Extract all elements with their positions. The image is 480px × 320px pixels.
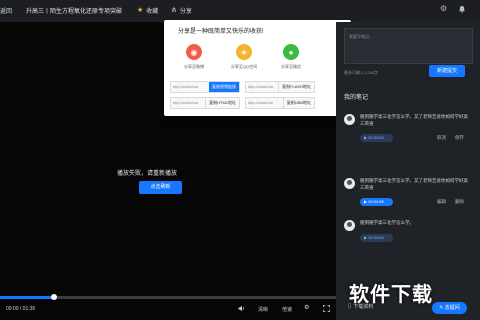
wechat-icon: ● — [283, 44, 299, 60]
note-placeholder: 我要写笔记... — [349, 34, 373, 39]
progress-fill — [0, 296, 54, 299]
note-text: 随到随学高三化学怎么学。又了老师告诉你如何学好高三英语 — [360, 114, 468, 126]
avatar — [344, 178, 355, 189]
collect-button[interactable]: ★ 收藏 — [137, 6, 158, 15]
share-weibo-button[interactable]: ◉ 分享至微博 — [168, 44, 220, 70]
bell-icon[interactable] — [458, 5, 466, 15]
note-save-button[interactable]: 保存 — [455, 135, 464, 141]
share-label: 分享 — [179, 9, 192, 15]
top-bar: 返回 升高三丨陌生方程氧化还原专项突破 ★ 收藏 ⋔ 分享 ⚙ — [0, 0, 480, 22]
copy-video-link-button[interactable]: 复制视频链接 — [209, 82, 239, 92]
avatar — [344, 220, 355, 231]
note-text: 随到随学高三化学怎么学。又了老师告诉你如何学好高三英语 — [360, 178, 468, 190]
link-field[interactable]: http://uwiwi.su — [173, 84, 207, 89]
control-bar: 00:00 / 01:36 清晰 倍速 ⚙ — [0, 300, 336, 320]
note-timestamp-button[interactable]: ▶ 00:04:55 — [360, 198, 393, 206]
star-icon: ★ — [236, 44, 252, 60]
time-display: 00:00 / 01:36 — [6, 306, 36, 312]
note-limit-text: 最多可输入1,000字 — [344, 70, 379, 75]
download-label: 下载资料 — [353, 304, 374, 310]
share-wechat-button[interactable]: ● 分享至微信 — [265, 44, 317, 70]
link-field[interactable]: http://uwiwi.su — [248, 84, 282, 89]
share-icon: ⋔ — [171, 7, 177, 14]
note-item: 随到随学高三化学怎么学。又了老师告诉你如何学好高三英语 ▶ 00:04:55 取… — [344, 114, 474, 160]
quality-button[interactable]: 清晰 — [258, 306, 268, 313]
avatar — [344, 114, 355, 125]
download-button[interactable]: ⇩ 下载资料 — [347, 303, 373, 310]
note-edit-button[interactable]: 编辑 — [437, 199, 446, 205]
note-delete-button[interactable]: 删除 — [455, 199, 464, 205]
ask-label: 去提问 — [444, 305, 460, 311]
note-item: 随到随学高三化学怎么学。又了老师告诉你如何学好高三英语 ▶ 00:04:55 编… — [344, 178, 474, 218]
share-button[interactable]: ⋔ 分享 — [171, 6, 192, 15]
notes-sidebar: 我要写笔记... 最多可输入1,000字 新建提交 我的笔记 随到随学高三化学怎… — [336, 22, 480, 320]
share-wechat-label: 分享至微信 — [281, 64, 301, 69]
star-icon: ★ — [137, 7, 144, 14]
link-field[interactable]: http://uwiwi.su — [248, 100, 282, 105]
link-row-html: http://uwiwi.su 复制HTML地址 — [170, 97, 240, 109]
weibo-icon: ◉ — [186, 44, 202, 60]
note-cancel-button[interactable]: 取消 — [437, 135, 446, 141]
note-text: 随到随学高三化学怎么学。 — [360, 220, 414, 225]
note-time: 00:04:55 — [368, 235, 384, 240]
course-title: 升高三丨陌生方程氧化还原专项突破 — [26, 9, 123, 15]
share-qzone-button[interactable]: ★ 分享至QQ空间 — [218, 44, 270, 70]
settings-icon[interactable]: ⚙ — [304, 305, 309, 312]
note-item: 随到随学高三化学怎么学。 ▶ 00:04:55 — [344, 220, 474, 250]
gear-icon[interactable]: ⚙ — [440, 5, 447, 13]
copy-ubb-button[interactable]: 复制UBB地址 — [282, 98, 314, 108]
note-input[interactable]: 我要写笔记... — [344, 28, 473, 64]
fullscreen-icon[interactable] — [323, 305, 330, 315]
speed-button[interactable]: 倍速 — [282, 306, 292, 313]
share-weibo-label: 分享至微博 — [184, 64, 204, 69]
share-qzone-label: 分享至QQ空间 — [230, 64, 258, 69]
note-timestamp-button[interactable]: ▶ 00:04:55 — [360, 234, 393, 242]
share-modal-title: 分享是一种既简单又快乐的收获! — [178, 29, 264, 35]
ask-question-button[interactable]: ✎ 去提问 — [432, 302, 467, 314]
error-message: 播放失败，请重新播放 — [117, 171, 178, 177]
refresh-button[interactable]: 点击刷新 — [139, 181, 182, 194]
copy-flash-button[interactable]: 复制FLASH地址 — [278, 82, 314, 92]
my-notes-heading: 我的笔记 — [344, 95, 369, 101]
note-time: 00:04:55 — [368, 199, 384, 204]
link-row-flash: http://uwiwi.su 复制FLASH地址 — [245, 81, 315, 93]
note-time: 00:04:55 — [368, 135, 384, 140]
collect-label: 收藏 — [146, 9, 159, 15]
save-note-button[interactable]: 新建提交 — [429, 65, 465, 77]
note-timestamp-button[interactable]: ▶ 00:04:55 — [360, 134, 393, 142]
back-link[interactable]: 返回 — [0, 6, 12, 15]
share-modal: 分享是一种既简单又快乐的收获! × ◉ 分享至微博 ★ 分享至QQ空间 ● 分享… — [164, 20, 351, 116]
copy-html-button[interactable]: 复制HTML地址 — [205, 98, 239, 108]
link-field[interactable]: http://uwiwi.su — [173, 100, 207, 105]
volume-icon[interactable] — [238, 305, 245, 315]
link-row-ubb: http://uwiwi.su 复制UBB地址 — [245, 97, 315, 109]
progress-bar[interactable] — [0, 294, 336, 300]
link-row-video: http://uwiwi.su 复制视频链接 — [170, 81, 240, 93]
